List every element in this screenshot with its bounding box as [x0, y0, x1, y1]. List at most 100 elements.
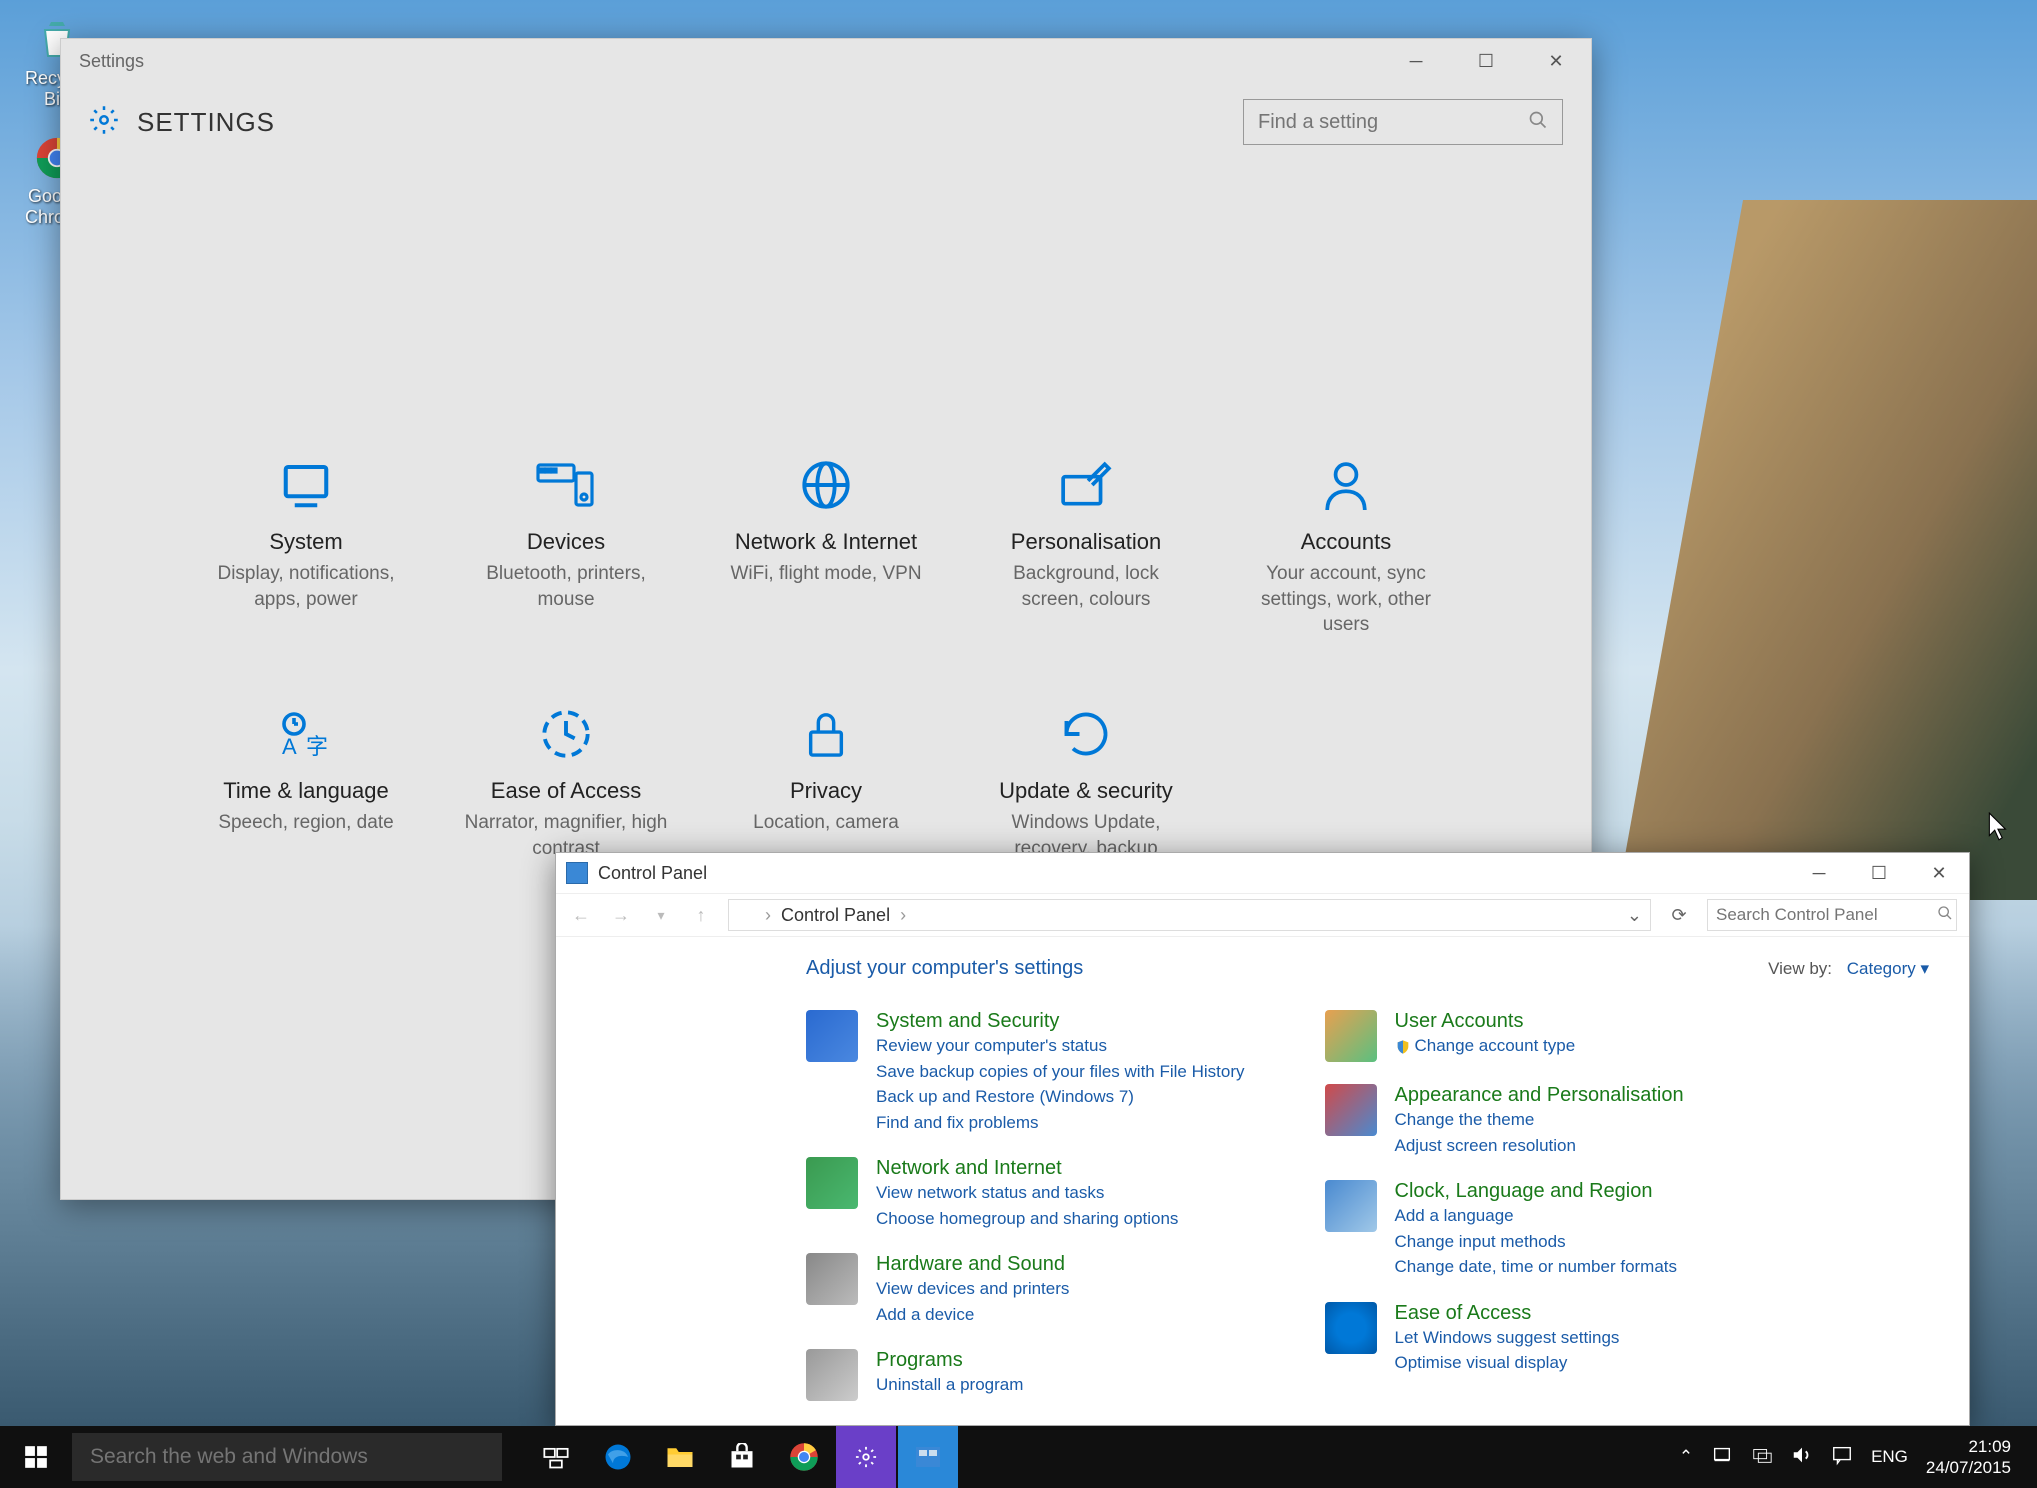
category-link[interactable]: Uninstall a program [876, 1372, 1023, 1398]
tile-title: System [269, 529, 342, 555]
tile-update-security[interactable]: Update & security Windows Update, recove… [961, 690, 1211, 873]
category-link[interactable]: Adjust screen resolution [1395, 1133, 1684, 1159]
breadcrumb-sep: › [765, 905, 771, 926]
control-panel-category: Appearance and PersonalisationChange the… [1325, 1084, 1684, 1158]
category-link[interactable]: Back up and Restore (Windows 7) [876, 1084, 1245, 1110]
taskbar-search-box[interactable] [72, 1433, 502, 1481]
category-link[interactable]: Change account type [1395, 1033, 1576, 1059]
category-title[interactable]: Appearance and Personalisation [1395, 1084, 1684, 1107]
category-icon [806, 1010, 858, 1062]
category-title[interactable]: User Accounts [1395, 1010, 1576, 1033]
window-title: Control Panel [598, 863, 707, 884]
tile-ease-of-access[interactable]: Ease of Access Narrator, magnifier, high… [441, 690, 691, 873]
category-icon [806, 1253, 858, 1305]
control-panel-titlebar[interactable]: Control Panel ─ ☐ ✕ [556, 853, 1969, 893]
nav-back-button[interactable]: ← [568, 905, 594, 926]
gear-icon [89, 105, 119, 140]
settings-titlebar[interactable]: Settings ─ ☐ ✕ [61, 39, 1591, 83]
taskbar-app-store[interactable] [712, 1426, 772, 1488]
tile-subtitle: Display, notifications, apps, power [201, 561, 411, 612]
breadcrumb-item[interactable]: Control Panel [781, 905, 890, 926]
tile-network[interactable]: Network & Internet WiFi, flight mode, VP… [701, 441, 951, 650]
task-view-button[interactable] [526, 1426, 586, 1488]
control-panel-search-box[interactable] [1707, 899, 1957, 931]
category-link[interactable]: Change the theme [1395, 1107, 1684, 1133]
control-panel-category: Clock, Language and RegionAdd a language… [1325, 1180, 1684, 1280]
category-icon [1325, 1010, 1377, 1062]
category-title[interactable]: Hardware and Sound [876, 1253, 1069, 1276]
control-panel-icon [737, 906, 755, 924]
category-link[interactable]: Change date, time or number formats [1395, 1254, 1678, 1280]
category-icon [1325, 1180, 1377, 1232]
category-link[interactable]: Optimise visual display [1395, 1350, 1620, 1376]
tile-devices[interactable]: Devices Bluetooth, printers, mouse [441, 441, 691, 650]
taskbar-app-control-panel[interactable] [898, 1426, 958, 1488]
tile-subtitle: Your account, sync settings, work, other… [1241, 561, 1451, 638]
tile-title: Privacy [790, 778, 862, 804]
taskbar-app-file-explorer[interactable] [650, 1426, 710, 1488]
category-link[interactable]: View devices and printers [876, 1276, 1069, 1302]
settings-search-input[interactable] [1258, 111, 1528, 134]
start-button[interactable] [0, 1426, 72, 1488]
tile-title: Accounts [1301, 529, 1392, 555]
category-title[interactable]: Clock, Language and Region [1395, 1180, 1678, 1203]
close-button[interactable]: ✕ [1909, 853, 1969, 893]
category-link[interactable]: Add a device [876, 1302, 1069, 1328]
svg-text:字: 字 [306, 734, 328, 759]
tile-accounts[interactable]: Accounts Your account, sync settings, wo… [1221, 441, 1471, 650]
tray-language[interactable]: ENG [1871, 1447, 1908, 1467]
tile-title: Devices [527, 529, 605, 555]
nav-history-dropdown[interactable]: ▾ [648, 907, 674, 924]
taskbar-time: 21:09 [1926, 1436, 2011, 1457]
category-title[interactable]: System and Security [876, 1010, 1245, 1033]
control-panel-category: Network and InternetView network status … [806, 1157, 1245, 1231]
address-bar[interactable]: › Control Panel › ⌄ [728, 899, 1651, 931]
tray-expand-icon[interactable]: ⌃ [1679, 1447, 1693, 1467]
control-panel-navbar: ← → ▾ ↑ › Control Panel › ⌄ ⟳ [556, 893, 1969, 937]
lock-icon [803, 702, 849, 766]
tile-time-language[interactable]: A字 Time & language Speech, region, date [181, 690, 431, 873]
address-dropdown-icon[interactable]: ⌄ [1627, 905, 1642, 926]
category-link[interactable]: Change input methods [1395, 1229, 1678, 1255]
category-title[interactable]: Ease of Access [1395, 1302, 1620, 1325]
taskbar-app-edge[interactable] [588, 1426, 648, 1488]
taskbar-clock[interactable]: 21:09 24/07/2015 [1926, 1436, 2019, 1479]
taskbar-search-input[interactable] [90, 1445, 484, 1469]
breadcrumb-sep: › [900, 905, 906, 926]
minimize-button[interactable]: ─ [1789, 853, 1849, 893]
minimize-button[interactable]: ─ [1381, 39, 1451, 83]
nav-up-button[interactable]: ↑ [688, 905, 714, 926]
viewby-dropdown[interactable]: Category ▾ [1847, 959, 1929, 978]
maximize-button[interactable]: ☐ [1849, 853, 1909, 893]
category-link[interactable]: Let Windows suggest settings [1395, 1325, 1620, 1351]
category-link[interactable]: Review your computer's status [876, 1033, 1245, 1059]
tile-title: Personalisation [1011, 529, 1161, 555]
tray-volume-icon[interactable] [1791, 1444, 1813, 1471]
category-link[interactable]: Add a language [1395, 1203, 1678, 1229]
taskbar-app-settings[interactable] [836, 1426, 896, 1488]
refresh-button[interactable]: ⟳ [1665, 905, 1693, 926]
close-button[interactable]: ✕ [1521, 39, 1591, 83]
update-icon [1060, 702, 1112, 766]
category-link[interactable]: Find and fix problems [876, 1110, 1245, 1136]
tray-network-icon[interactable] [1751, 1444, 1773, 1471]
tray-onedrive-icon[interactable] [1711, 1444, 1733, 1471]
tile-personalisation[interactable]: Personalisation Background, lock screen,… [961, 441, 1211, 650]
accounts-icon [1321, 453, 1371, 517]
tile-system[interactable]: System Display, notifications, apps, pow… [181, 441, 431, 650]
taskbar-app-chrome[interactable] [774, 1426, 834, 1488]
category-title[interactable]: Programs [876, 1349, 1023, 1372]
category-link[interactable]: View network status and tasks [876, 1180, 1178, 1206]
category-link[interactable]: Save backup copies of your files with Fi… [876, 1059, 1245, 1085]
globe-icon [800, 453, 852, 517]
settings-heading: SETTINGS [137, 107, 275, 138]
tray-action-center-icon[interactable] [1831, 1444, 1853, 1471]
control-panel-search-input[interactable] [1716, 905, 1937, 925]
maximize-button[interactable]: ☐ [1451, 39, 1521, 83]
control-panel-window: Control Panel ─ ☐ ✕ ← → ▾ ↑ › Control Pa… [555, 852, 1970, 1426]
category-link[interactable]: Choose homegroup and sharing options [876, 1206, 1178, 1232]
tile-privacy[interactable]: Privacy Location, camera [701, 690, 951, 873]
settings-search-box[interactable] [1243, 99, 1563, 145]
category-title[interactable]: Network and Internet [876, 1157, 1178, 1180]
nav-forward-button[interactable]: → [608, 905, 634, 926]
